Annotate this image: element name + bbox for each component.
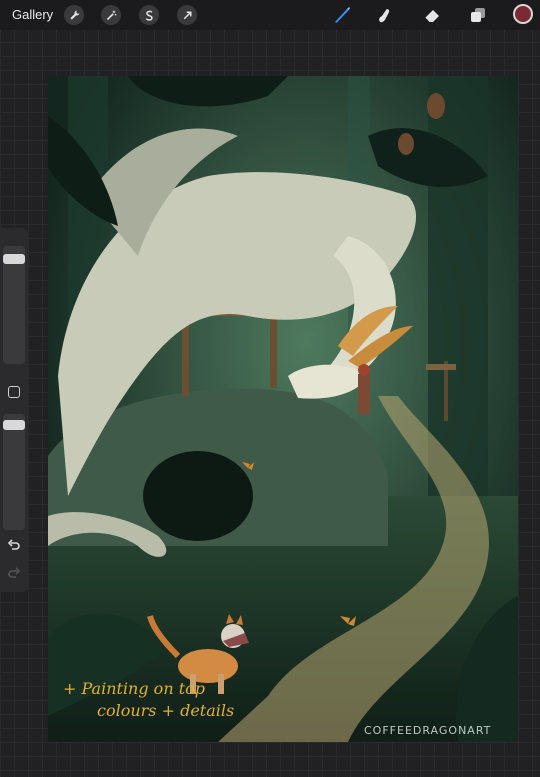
handwritten-annotation: + Painting on top colours + details [63,678,293,722]
redo-icon[interactable] [7,567,21,581]
layers-icon[interactable] [466,3,490,27]
brush-icon[interactable] [330,3,354,27]
left-sidebar [0,228,28,592]
opacity-slider[interactable] [3,414,25,530]
opacity-slider-thumb[interactable] [3,420,25,430]
top-toolbar: Gallery [0,0,540,30]
wrench-icon[interactable] [64,5,84,25]
selection-icon[interactable] [139,5,159,25]
annotation-line-1: + Painting on top [63,679,206,698]
dragon-forest-artwork [48,76,518,742]
artist-signature: COFFEEDRAGONART [364,724,492,737]
eraser-icon[interactable] [420,3,444,27]
modify-button[interactable] [8,386,20,398]
undo-icon[interactable] [7,539,21,553]
color-picker-swatch[interactable] [513,4,533,24]
drawing-canvas[interactable] [48,76,518,742]
annotation-line-2: colours + details [97,701,235,720]
transform-arrow-icon[interactable] [177,5,197,25]
gallery-button[interactable]: Gallery [12,7,53,22]
brush-size-slider-thumb[interactable] [3,254,25,264]
smudge-icon[interactable] [372,3,396,27]
magic-wand-icon[interactable] [101,5,121,25]
